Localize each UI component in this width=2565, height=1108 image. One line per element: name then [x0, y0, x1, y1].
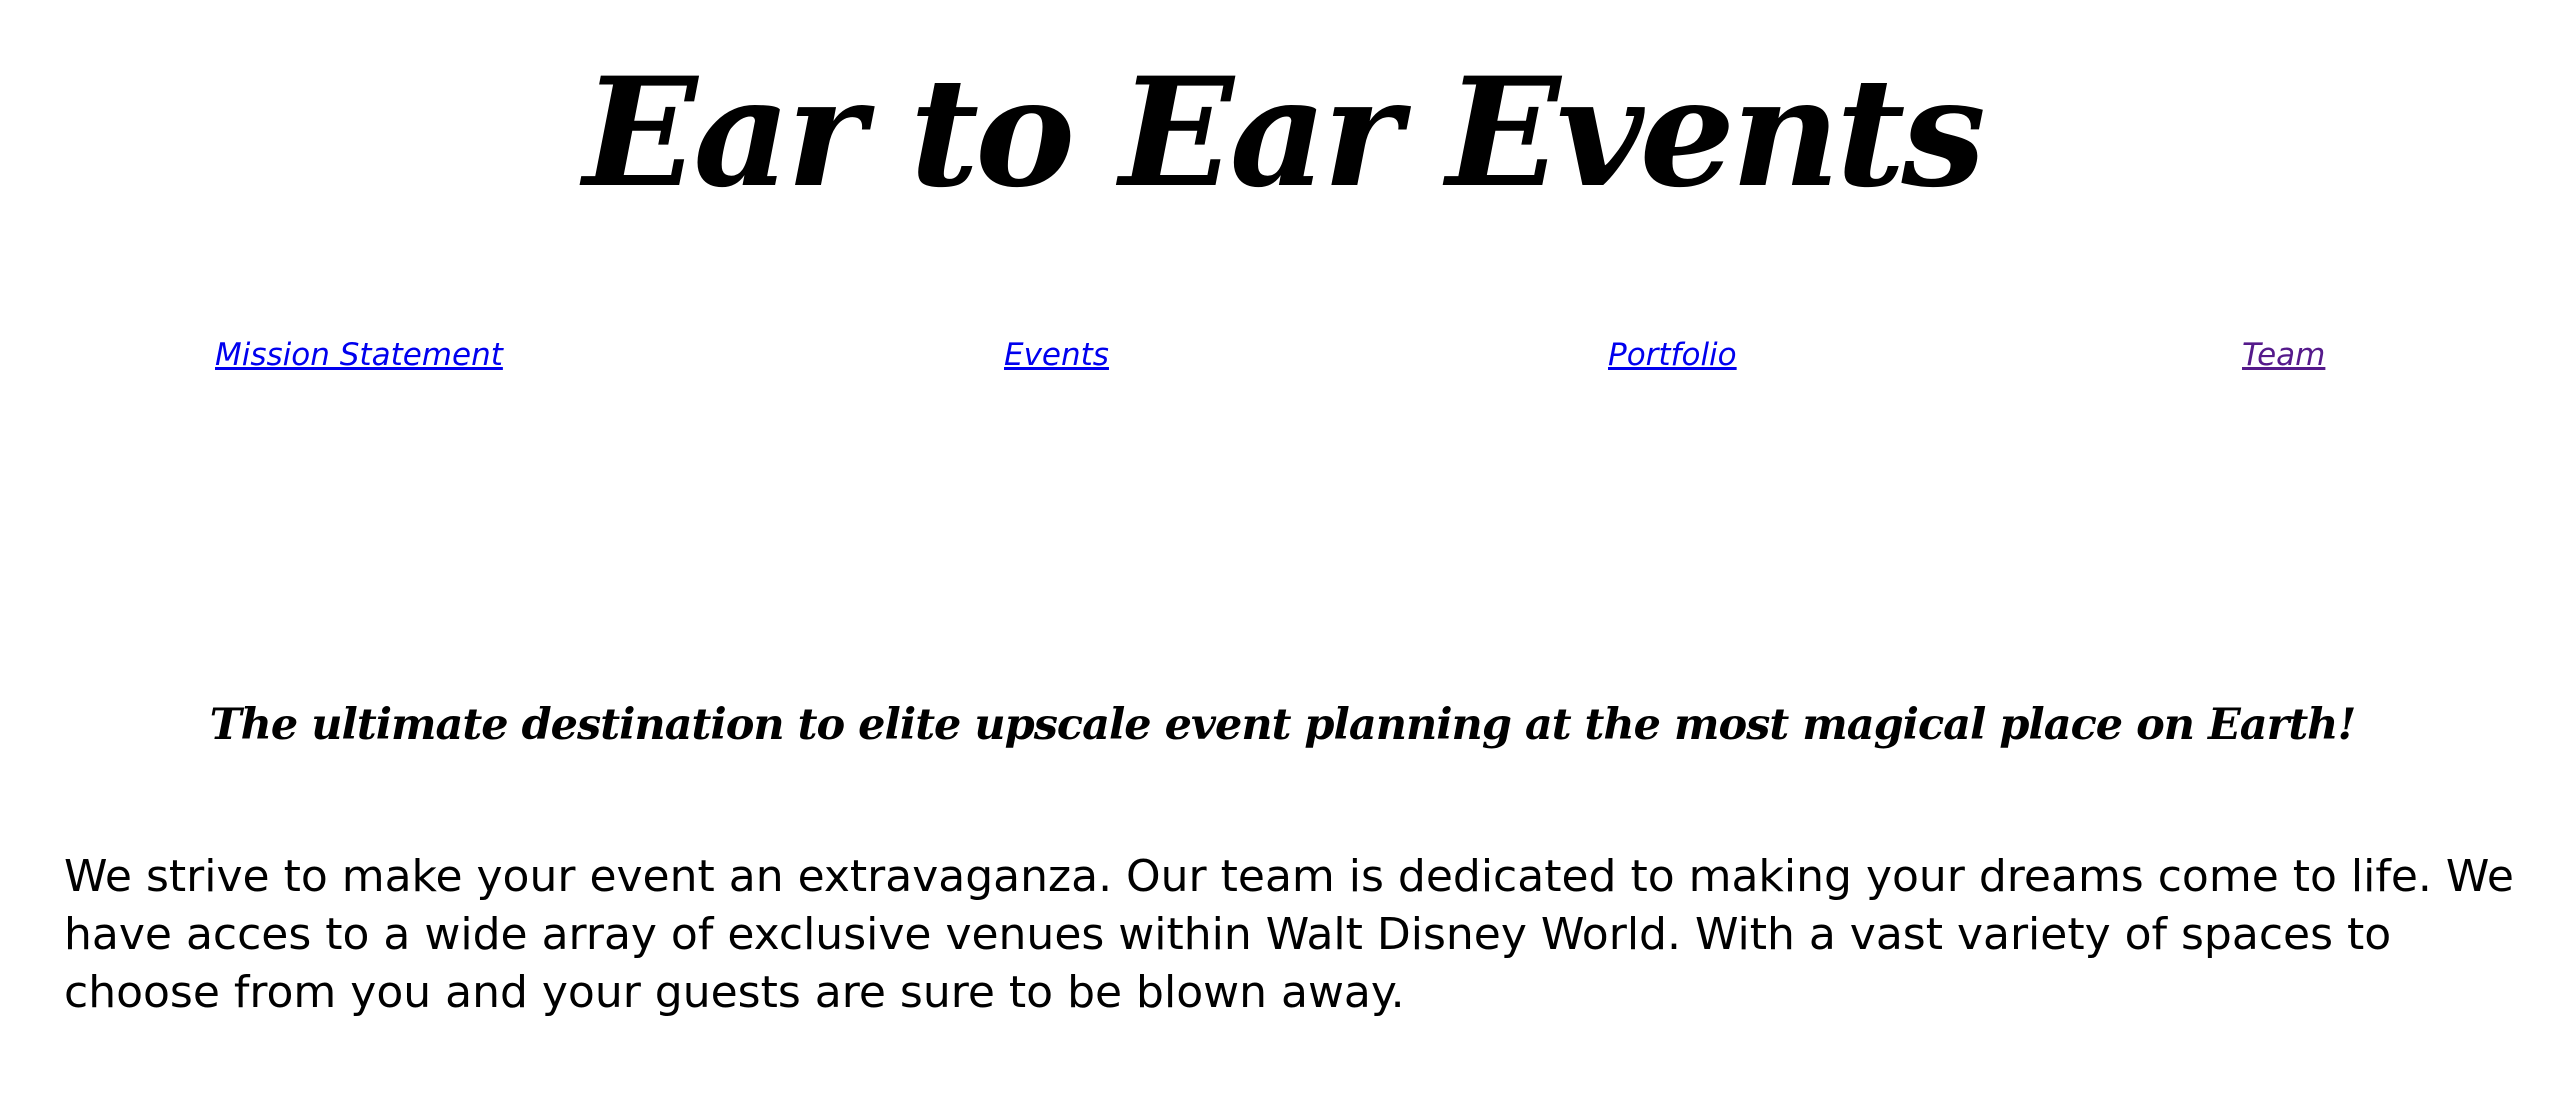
site-title: Ear to Ear Events: [583, 45, 1986, 221]
tagline: The ultimate destination to elite upscal…: [209, 700, 2357, 750]
main-nav: Mission Statement Events Portfolio Team: [0, 330, 2565, 380]
nav-link-mission-statement[interactable]: Mission Statement: [215, 330, 503, 380]
nav-link-events[interactable]: Events: [1004, 330, 1109, 380]
intro-paragraph: We strive to make your event an extravag…: [64, 851, 2514, 1018]
nav-link-team[interactable]: Team: [2242, 330, 2325, 380]
nav-link-portfolio[interactable]: Portfolio: [1608, 330, 1737, 380]
